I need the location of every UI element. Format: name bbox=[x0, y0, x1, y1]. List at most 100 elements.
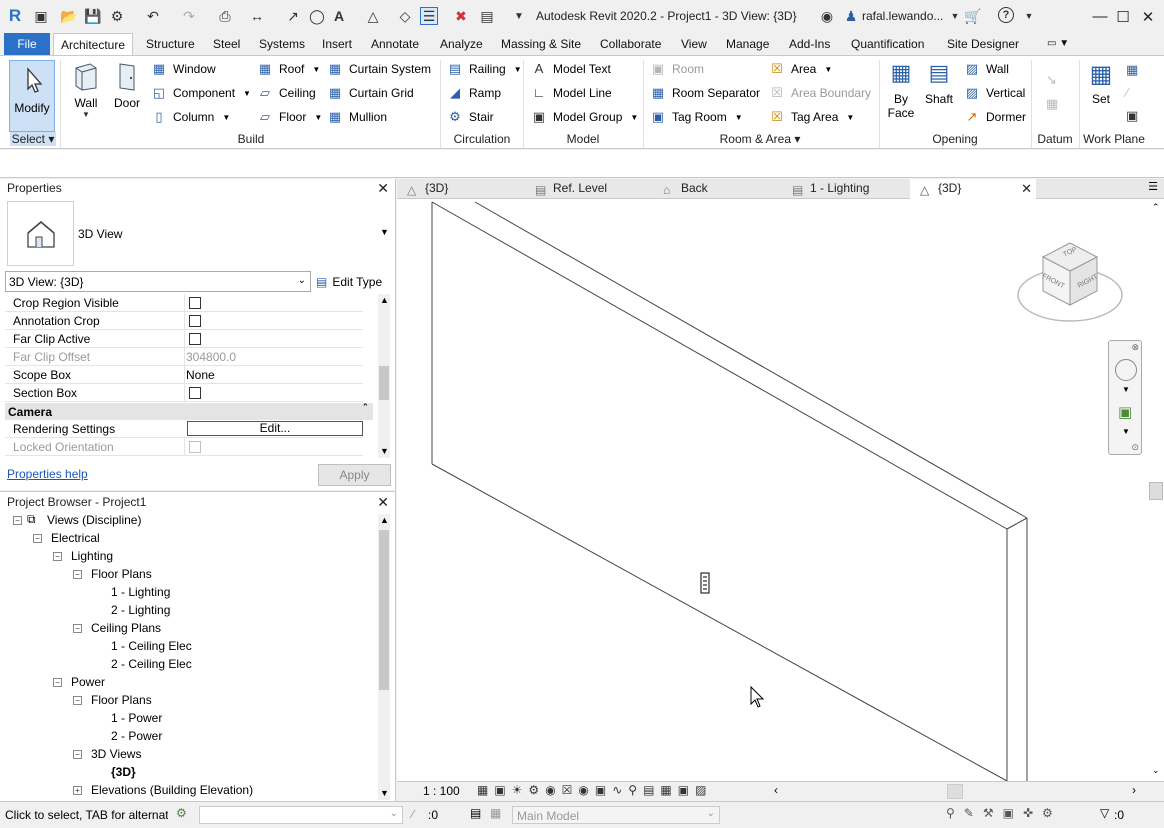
view-tab-back[interactable]: ⌂ Back bbox=[653, 179, 779, 199]
drawing-canvas[interactable]: TOP FRONT RIGHT ⊗ ▼ ▣ ▼ ⊙ ⌃ ⌄ bbox=[397, 199, 1164, 781]
browser-node[interactable]: Ceiling Plans bbox=[91, 621, 161, 635]
component-button[interactable]: ◱ Component ▼ bbox=[151, 85, 251, 101]
dormer-button[interactable]: ↗ Dormer bbox=[964, 109, 1026, 125]
curtain-system-button[interactable]: ▦ Curtain System bbox=[327, 61, 431, 77]
instance-selector[interactable]: 3D View: {3D} ⌄ bbox=[5, 271, 311, 292]
rendering-settings-edit-button[interactable]: Edit... bbox=[187, 421, 363, 436]
help-dropdown-icon[interactable]: ▼ bbox=[1020, 7, 1038, 25]
viewer-icon[interactable]: ▣ bbox=[1126, 108, 1138, 124]
user-icon[interactable]: ♟ bbox=[842, 7, 860, 25]
tag-icon[interactable]: ◯ bbox=[308, 7, 326, 25]
browser-node[interactable]: 2 - Power bbox=[111, 729, 162, 743]
wheel-dropdown-icon[interactable]: ▼ bbox=[1122, 385, 1130, 394]
tab-add-ins[interactable]: Add-Ins bbox=[782, 33, 837, 55]
default-3d-icon[interactable]: △ bbox=[364, 7, 382, 25]
revit-logo-icon[interactable]: R bbox=[6, 6, 24, 25]
type-selector-dropdown-icon[interactable]: ▼ bbox=[380, 227, 389, 237]
browser-node[interactable]: 1 - Ceiling Elec bbox=[111, 639, 192, 653]
vertical-opening-button[interactable]: ▨ Vertical bbox=[964, 85, 1026, 101]
tab-annotate[interactable]: Annotate bbox=[364, 33, 426, 55]
room-button[interactable]: ▣ Room bbox=[650, 61, 704, 77]
tab-list-dropdown-icon[interactable]: ☰ bbox=[1148, 180, 1158, 193]
section-box-checkbox[interactable] bbox=[189, 387, 201, 399]
ref-plane-icon[interactable]: ∕ bbox=[1126, 85, 1128, 100]
tab-quantification[interactable]: Quantification bbox=[844, 33, 931, 55]
tab-site-designer[interactable]: Site Designer bbox=[940, 33, 1026, 55]
browser-node[interactable]: {3D} bbox=[111, 765, 136, 779]
model-line-button[interactable]: ∟ Model Line bbox=[531, 85, 612, 101]
wall-opening-button[interactable]: ▨ Wall bbox=[964, 61, 1009, 77]
save-icon[interactable]: 💾 bbox=[84, 7, 102, 25]
steering-wheel-icon[interactable] bbox=[1115, 359, 1137, 381]
browser-scrollbar[interactable]: ▲ ▼ bbox=[378, 514, 390, 800]
view-scale[interactable]: 1 : 100 bbox=[423, 784, 460, 798]
redo-icon[interactable]: ↷ bbox=[180, 7, 198, 25]
open-icon[interactable]: 📂 bbox=[60, 7, 78, 25]
close-browser-icon[interactable]: ✕ bbox=[377, 494, 389, 511]
home-icon[interactable]: ▣ bbox=[32, 7, 50, 25]
maximize-icon[interactable]: ☐ bbox=[1109, 0, 1137, 33]
modify-button[interactable]: Modify bbox=[9, 60, 55, 132]
curtain-grid-button[interactable]: ▦ Curtain Grid bbox=[327, 85, 414, 101]
properties-scrollbar[interactable]: ▲ ▼ bbox=[378, 294, 390, 458]
tab-collaborate[interactable]: Collaborate bbox=[593, 33, 668, 55]
filter-icon[interactable]: ▽ bbox=[1100, 806, 1109, 820]
model-group-button[interactable]: ▣ Model Group ▼ bbox=[531, 109, 638, 125]
close-window-icon[interactable]: ✕ bbox=[1134, 0, 1162, 33]
tab-steel[interactable]: Steel bbox=[206, 33, 247, 55]
view-tab-1-lighting[interactable]: ▤ 1 - Lighting bbox=[782, 179, 908, 199]
select-panel-title[interactable]: Select ▾ bbox=[10, 132, 56, 146]
browser-node[interactable]: 2 - Ceiling Elec bbox=[111, 657, 192, 671]
tab-file[interactable]: File bbox=[4, 33, 50, 55]
browser-node[interactable]: Views (Discipline) bbox=[47, 513, 141, 527]
selection-settings-icons[interactable]: ⚲✎⚒▣✜⚙ bbox=[946, 806, 1062, 820]
by-face-button[interactable]: ▦ By Face bbox=[884, 60, 918, 120]
thin-lines-icon[interactable]: ☰ bbox=[420, 7, 438, 25]
mullion-button[interactable]: ▦ Mullion bbox=[327, 109, 387, 125]
browser-node[interactable]: Floor Plans bbox=[91, 567, 152, 581]
area-button[interactable]: ☒ Area ▼ bbox=[769, 61, 832, 77]
area-boundary-button[interactable]: ☒ Area Boundary bbox=[769, 85, 871, 101]
door-button[interactable]: Door bbox=[110, 60, 144, 110]
room-area-panel-title[interactable]: Room & Area ▾ bbox=[690, 132, 830, 146]
scope-box-value[interactable]: None bbox=[186, 368, 215, 382]
view-tab-3d-1[interactable]: △ {3D} bbox=[397, 179, 522, 199]
wall-dropdown-icon[interactable]: ▼ bbox=[66, 110, 106, 119]
view-tab-3d-active[interactable]: △ {3D} ✕ bbox=[910, 179, 1036, 199]
browser-node[interactable]: 3D Views bbox=[91, 747, 141, 761]
collapse-toggle-icon[interactable]: − bbox=[33, 534, 42, 543]
zoom-icon[interactable]: ▣ bbox=[1118, 403, 1132, 421]
viewcube[interactable]: TOP FRONT RIGHT bbox=[1015, 235, 1125, 331]
collapse-toggle-icon[interactable]: − bbox=[73, 570, 82, 579]
tab-systems[interactable]: Systems bbox=[252, 33, 312, 55]
scroll-right-icon[interactable]: › bbox=[1132, 783, 1136, 797]
design-option-set-icon[interactable]: ▦ bbox=[490, 806, 501, 820]
browser-node[interactable]: 1 - Lighting bbox=[111, 585, 170, 599]
design-options-icon[interactable]: ▤ bbox=[470, 806, 481, 820]
wall-button[interactable]: Wall ▼ bbox=[66, 60, 106, 119]
browser-node[interactable]: Lighting bbox=[71, 549, 113, 563]
railing-button[interactable]: ▤ Railing ▼ bbox=[447, 61, 522, 77]
browser-node[interactable]: 1 - Power bbox=[111, 711, 162, 725]
apply-button[interactable]: Apply bbox=[318, 464, 391, 486]
canvas-v-scrollbar[interactable]: ⌃ ⌄ bbox=[1148, 199, 1164, 781]
collapse-toggle-icon[interactable]: − bbox=[53, 552, 62, 561]
ramp-button[interactable]: ◢ Ramp bbox=[447, 85, 501, 101]
tab-insert[interactable]: Insert bbox=[315, 33, 359, 55]
user-dropdown-icon[interactable]: ▼ bbox=[946, 7, 964, 25]
close-tab-icon[interactable]: ✕ bbox=[1021, 179, 1032, 198]
view-control-icons[interactable]: ▦▣☀⚙◉☒◉▣∿⚲▤▦▣▨ bbox=[477, 783, 712, 797]
collapse-toggle-icon[interactable]: − bbox=[13, 516, 22, 525]
collapse-toggle-icon[interactable]: − bbox=[73, 696, 82, 705]
workset-dropdown[interactable]: ⌄ bbox=[199, 806, 403, 824]
text-icon[interactable]: A bbox=[330, 7, 348, 25]
roof-button[interactable]: ▦ Roof ▼ bbox=[257, 61, 320, 77]
browser-node[interactable]: Power bbox=[71, 675, 105, 689]
measure-icon[interactable]: ↔ bbox=[248, 7, 266, 25]
edit-type-button[interactable]: ▤ Edit Type bbox=[316, 271, 382, 292]
close-navbar-icon[interactable]: ⊗ bbox=[1131, 342, 1139, 353]
crop-region-visible-checkbox[interactable] bbox=[189, 297, 201, 309]
annotation-crop-checkbox[interactable] bbox=[189, 315, 201, 327]
view-tab-ref-level[interactable]: ▤ Ref. Level bbox=[525, 179, 651, 199]
floor-button[interactable]: ▱ Floor ▼ bbox=[257, 109, 322, 125]
